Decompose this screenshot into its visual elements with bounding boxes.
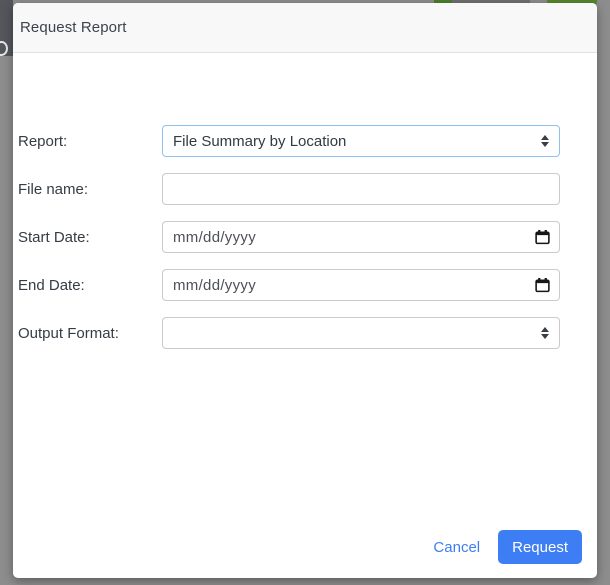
report-select[interactable]: File Summary by Location bbox=[162, 125, 560, 157]
start-date-input[interactable]: mm/dd/yyyy bbox=[162, 221, 560, 253]
report-field: File Summary by Location bbox=[162, 125, 560, 157]
up-down-arrows-icon bbox=[541, 135, 549, 147]
end-date-label: End Date: bbox=[18, 276, 85, 294]
dialog-footer: Cancel Request bbox=[425, 530, 582, 564]
cancel-button[interactable]: Cancel bbox=[425, 533, 488, 562]
up-down-arrows-icon bbox=[541, 327, 549, 339]
dialog-header: Request Report bbox=[13, 3, 597, 53]
report-select-value: File Summary by Location bbox=[173, 132, 347, 150]
file-name-field bbox=[162, 173, 560, 205]
start-date-field: mm/dd/yyyy bbox=[162, 221, 560, 253]
form-row-start-date: Start Date: mm/dd/yyyy bbox=[18, 221, 597, 253]
report-label: Report: bbox=[18, 132, 68, 150]
start-date-label: Start Date: bbox=[18, 228, 90, 246]
request-report-dialog: Request Report Report: File Summary by L… bbox=[13, 3, 597, 578]
output-format-field bbox=[162, 317, 560, 349]
end-date-field: mm/dd/yyyy bbox=[162, 269, 560, 301]
form-row-file-name: File name: bbox=[18, 173, 597, 205]
form-row-output-format: Output Format: bbox=[18, 317, 597, 349]
output-format-label: Output Format: bbox=[18, 324, 119, 342]
calendar-icon[interactable] bbox=[534, 229, 551, 246]
form-row-end-date: End Date: mm/dd/yyyy bbox=[18, 269, 597, 301]
calendar-icon[interactable] bbox=[534, 277, 551, 294]
end-date-placeholder: mm/dd/yyyy bbox=[173, 276, 257, 294]
form-row-report: Report: File Summary by Location bbox=[18, 125, 597, 157]
dialog-body: Report: File Summary by Location File na… bbox=[13, 53, 597, 349]
output-format-select[interactable] bbox=[162, 317, 560, 349]
file-name-label: File name: bbox=[18, 180, 89, 198]
start-date-placeholder: mm/dd/yyyy bbox=[173, 228, 257, 246]
file-name-input[interactable] bbox=[162, 173, 560, 205]
dialog-title: Request Report bbox=[20, 19, 127, 36]
request-button[interactable]: Request bbox=[498, 530, 582, 564]
end-date-input[interactable]: mm/dd/yyyy bbox=[162, 269, 560, 301]
